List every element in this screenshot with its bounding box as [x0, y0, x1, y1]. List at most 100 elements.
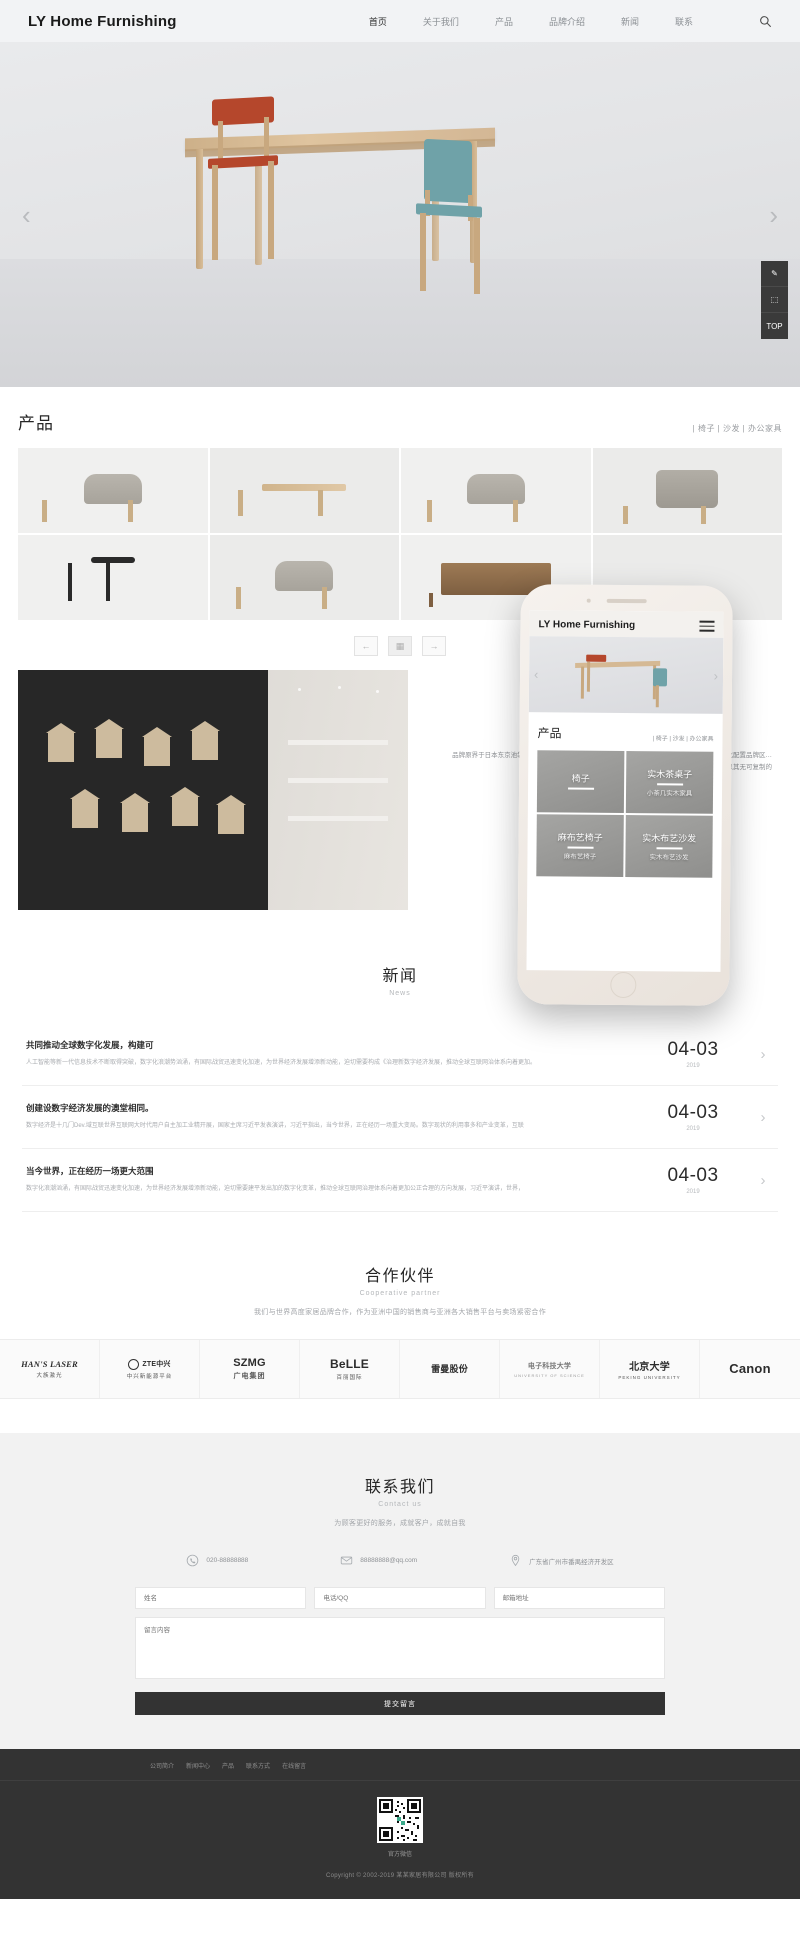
partner-subname: PEKING UNIVERSITY: [618, 1375, 681, 1381]
stool-leg: [513, 500, 518, 522]
message-field[interactable]: [135, 1617, 665, 1680]
phone-logo[interactable]: LY Home Furnishing: [538, 619, 635, 631]
phone-tile-fabric-sofa[interactable]: 实木布艺沙发 实木布艺沙发: [625, 815, 713, 878]
product-cell-bench[interactable]: [209, 448, 399, 533]
teal-chair-leg: [474, 218, 480, 294]
phone-next-arrow[interactable]: ›: [714, 668, 718, 683]
partner-hans-laser[interactable]: HAN'S LASER 大族激光: [0, 1340, 100, 1399]
nav-item-brand[interactable]: 品牌介绍: [549, 15, 585, 28]
phone-tile-linen-chair[interactable]: 麻布艺椅子 麻布艺椅子: [536, 814, 624, 877]
phone-tile-chair[interactable]: 椅子: [536, 750, 625, 813]
submit-button[interactable]: 提交留言: [135, 1692, 665, 1716]
phone-prev-arrow[interactable]: ‹: [534, 667, 538, 682]
footer-link-news[interactable]: 新闻中心: [186, 1761, 210, 1770]
name-field[interactable]: [135, 1587, 307, 1610]
showroom-image[interactable]: [18, 670, 408, 910]
products-title: 产品: [18, 414, 54, 433]
phone-speaker: [606, 598, 647, 604]
contact-address-value: 广东省广州市番禺经济开发区: [529, 1558, 614, 1566]
chevron-right-icon[interactable]: ›: [752, 1172, 774, 1189]
black-chair-leg: [68, 563, 72, 601]
contact-address[interactable]: 广东省广州市番禺经济开发区: [509, 1554, 614, 1567]
news-item-desc: 数字经济是十几门Dev.域互联世界互联网大时代用户自主加工业精开展，国家主席习近…: [26, 1123, 524, 1130]
news-item[interactable]: 共同推动全球数字化发展，构建可 人工智能等新一代信息技术不断取得突破，数字化浪潮…: [22, 1023, 778, 1087]
hamburger-icon[interactable]: [699, 621, 715, 632]
nav-item-contact[interactable]: 联系: [675, 15, 693, 28]
phone-field[interactable]: [314, 1587, 486, 1610]
back-to-top-button[interactable]: TOP: [761, 313, 788, 339]
news-item-date: 04-03 2019: [650, 1165, 736, 1195]
phone-tile-rule: [656, 783, 683, 786]
nav-item-news[interactable]: 新闻: [621, 15, 639, 28]
partner-belle[interactable]: BeLLE 百丽国际: [300, 1340, 400, 1399]
armchair-leg: [622, 506, 628, 524]
phone-products-title: 产品: [537, 726, 562, 741]
footer-link-products[interactable]: 产品: [222, 1761, 234, 1770]
bench-top: [262, 484, 347, 491]
partner-pku[interactable]: 北京大学 PEKING UNIVERSITY: [600, 1340, 700, 1399]
nav-item-products[interactable]: 产品: [495, 15, 513, 28]
contact-header: 联系我们 Contact us 为顾客更好的服务，成就客户，成就自我: [0, 1473, 800, 1528]
news-item[interactable]: 当今世界，正在经历一场更大范围 数字化浪潮汹涌，有国际战贸迅速变化加速，为世界经…: [22, 1149, 778, 1213]
news-item[interactable]: 创建设数字经济发展的澳堂相同。 数字经济是十几门Dev.域互联世界互联网大时代用…: [22, 1086, 778, 1150]
search-icon[interactable]: [759, 15, 772, 28]
product-cell-stool-1[interactable]: [18, 448, 208, 533]
partners-subtitle: Cooperative partner: [359, 1290, 441, 1298]
qrcode-icon[interactable]: ⬚: [761, 287, 788, 313]
products-category-links[interactable]: | 椅子 | 沙发 | 办公家具: [693, 423, 782, 434]
phone-category-links[interactable]: | 椅子 | 沙发 | 办公家具: [652, 733, 713, 743]
display-house: [142, 727, 172, 766]
partner-name: 电子科技大学: [527, 1362, 572, 1370]
news-item-desc: 数字化浪潮汹涌，有国际战贸迅速变化加速，为世界经济发展增添新动能，迫切需要建平发…: [26, 1186, 525, 1193]
contact-info-row: 020-88888888 88888888@qq.com 广东省广州市番禺经济开…: [0, 1554, 800, 1567]
chevron-right-icon[interactable]: ›: [752, 1046, 774, 1063]
partner-name: ZTE中兴: [142, 1361, 171, 1369]
pager-next-button[interactable]: →: [422, 636, 446, 656]
chat-icon[interactable]: ✎: [761, 261, 788, 287]
contact-phone[interactable]: 020-88888888: [186, 1554, 248, 1567]
email-field[interactable]: [493, 1587, 665, 1610]
partner-zte[interactable]: ZTE中兴 中兴新能源平台: [100, 1340, 200, 1399]
phone-chair-leg: [655, 685, 659, 708]
display-house: [70, 789, 100, 828]
partner-subname: 百丽国际: [336, 1375, 363, 1382]
product-cell-black-chair[interactable]: [18, 535, 208, 620]
partner-szmg[interactable]: SZMG 广电集团: [200, 1340, 300, 1399]
partner-leiman[interactable]: 雷曼股份: [400, 1340, 500, 1399]
page-root: LY Home Furnishing 首页 关于我们 产品 品牌介绍 新闻 联系: [0, 0, 800, 1900]
phone-tile-title: 椅子: [571, 773, 590, 784]
contact-subtitle: Contact us: [378, 1501, 422, 1509]
contact-form-row: [135, 1587, 665, 1610]
red-chair-leg: [212, 165, 218, 260]
hero-furniture-scene: [0, 85, 800, 335]
partner-name: SZMG: [233, 1357, 266, 1370]
footer-link-contact[interactable]: 联系方式: [246, 1761, 270, 1770]
phone-tile-tea-table[interactable]: 实木茶桌子 小茶几实木家具: [625, 751, 714, 814]
product-cell-stool-3[interactable]: [209, 535, 399, 620]
hero-next-arrow[interactable]: ›: [769, 202, 778, 228]
nav-item-about[interactable]: 关于我们: [423, 15, 459, 28]
phone-tile-title: 实木布艺沙发: [642, 833, 697, 844]
contact-email[interactable]: 88888888@qq.com: [340, 1554, 417, 1567]
chevron-right-icon[interactable]: ›: [752, 1109, 774, 1126]
qr-label: 官方微信: [387, 1852, 412, 1859]
footer-link-about[interactable]: 公司简介: [150, 1761, 174, 1770]
bench-leg: [237, 490, 243, 516]
showroom-dark-wall: [18, 670, 268, 910]
partner-uestc[interactable]: 电子科技大学 UNIVERSITY OF SCIENCE: [500, 1340, 600, 1399]
product-cell-armchair[interactable]: [592, 448, 782, 533]
site-logo[interactable]: LY Home Furnishing: [28, 13, 177, 30]
nav-item-home[interactable]: 首页: [369, 15, 387, 28]
phone-home-button[interactable]: [610, 971, 637, 999]
pager-grid-button[interactable]: ▦: [388, 636, 412, 656]
footer-link-message[interactable]: 在线留言: [282, 1761, 306, 1770]
partners-header: 合作伙伴 Cooperative partner 我们与世界高度家居品牌合作，作…: [0, 1262, 800, 1317]
hero-prev-arrow[interactable]: ‹: [22, 202, 31, 228]
phone-tile-title: 实木茶桌子: [647, 769, 693, 780]
black-chair-leg: [106, 563, 110, 601]
pager-prev-button[interactable]: ←: [354, 636, 378, 656]
phone-mockup: LY Home Furnishing ‹ › 产品 | 椅子 | 沙发 | 办公…: [517, 584, 733, 1006]
product-cell-stool-2[interactable]: [401, 448, 591, 533]
partner-name: Canon: [729, 1360, 771, 1376]
partner-canon[interactable]: Canon: [700, 1340, 800, 1398]
